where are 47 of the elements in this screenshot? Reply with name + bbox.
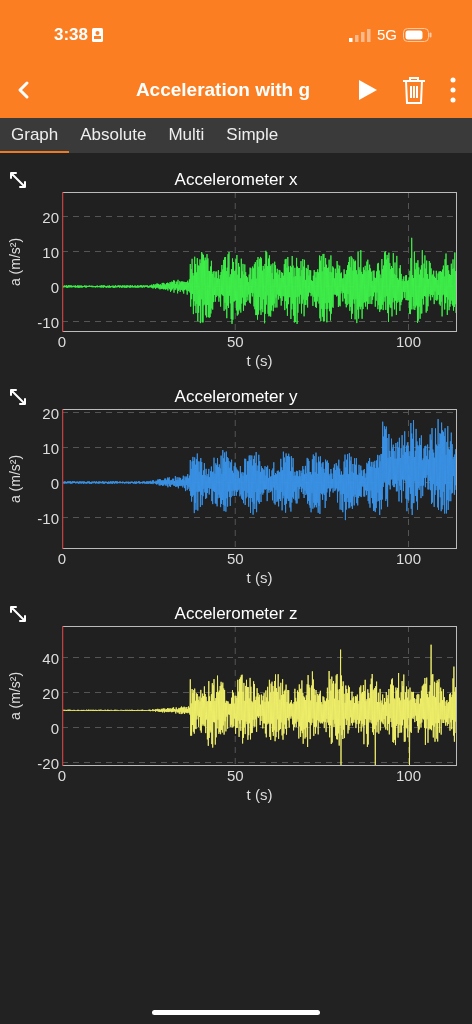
y-tick-label: 0	[50, 475, 59, 490]
network-label: 5G	[377, 24, 397, 45]
y-axis-label: a (m/s²)	[5, 236, 24, 289]
x-tick-label: 100	[395, 333, 421, 351]
graph-title: Accelerometer z	[174, 603, 298, 625]
status-time: 3:38	[54, 24, 89, 47]
y-tick-label: -10	[37, 314, 59, 329]
tab[interactable]: Absolute	[69, 118, 158, 153]
x-tick-label: 100	[395, 550, 421, 568]
x-tick-label: 50	[226, 333, 244, 351]
x-tick-label: 0	[57, 550, 67, 568]
expand-icon[interactable]	[8, 604, 28, 624]
x-tick-label: 50	[226, 767, 244, 785]
x-tick-label: 50	[226, 550, 244, 568]
y-axis-label: a (m/s²)	[5, 670, 24, 723]
expand-icon[interactable]	[8, 387, 28, 407]
trash-icon[interactable]	[402, 76, 426, 104]
graph-title: Accelerometer y	[174, 386, 298, 408]
x-axis-label: t (s)	[246, 352, 273, 370]
y-tick-label: -20	[37, 755, 59, 770]
battery-icon	[403, 28, 432, 42]
x-tick-label: 0	[57, 333, 67, 351]
y-tick-label: 20	[42, 405, 59, 420]
tab[interactable]: Graph	[0, 118, 70, 153]
expand-icon[interactable]	[8, 170, 28, 190]
y-tick-label: 20	[42, 685, 59, 700]
y-tick-label: -10	[37, 510, 59, 525]
badge-icon	[92, 28, 104, 42]
y-tick-label: 10	[42, 244, 59, 259]
graph-title: Accelerometer x	[174, 169, 298, 191]
x-axis-label: t (s)	[246, 786, 273, 804]
x-tick-label: 0	[57, 767, 67, 785]
tab[interactable]: Multi	[157, 118, 216, 153]
x-tick-label: 100	[395, 767, 421, 785]
play-icon[interactable]	[356, 79, 378, 101]
y-tick-label: 40	[42, 650, 59, 665]
tab[interactable]: Simple	[215, 118, 290, 153]
more-icon[interactable]	[450, 77, 456, 103]
y-tick-label: 0	[50, 720, 59, 735]
y-tick-label: 20	[42, 209, 59, 224]
back-icon	[16, 80, 30, 100]
y-axis-label: a (m/s²)	[5, 453, 24, 506]
signal-icon	[349, 28, 371, 42]
x-axis-label: t (s)	[246, 569, 273, 587]
y-tick-label: 10	[42, 440, 59, 455]
screen-title: Acceleration with g	[135, 77, 311, 102]
y-tick-label: 0	[50, 279, 59, 294]
